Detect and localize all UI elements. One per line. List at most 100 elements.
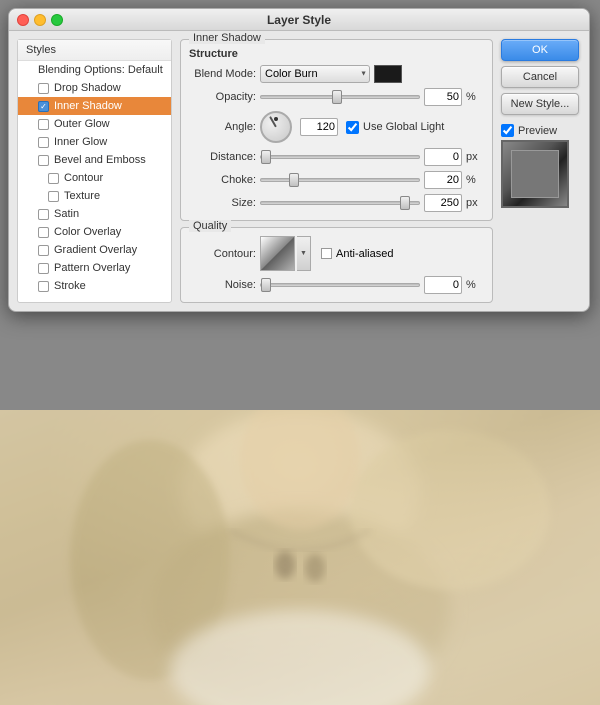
sidebar-item-blending[interactable]: Blending Options: Default <box>18 61 171 79</box>
size-unit: px <box>466 197 482 209</box>
bevel-emboss-checkbox[interactable] <box>38 155 49 166</box>
noise-slider-thumb[interactable] <box>261 278 271 292</box>
anti-aliased-checkbox[interactable] <box>321 248 332 259</box>
contour-svg <box>261 237 294 270</box>
right-panel: OK Cancel New Style... Preview <box>501 39 581 303</box>
sidebar-item-bevel-emboss[interactable]: Bevel and Emboss <box>18 151 171 169</box>
noise-slider-container[interactable] <box>260 278 420 292</box>
drop-shadow-label: Drop Shadow <box>54 82 121 94</box>
choke-input[interactable] <box>424 171 462 189</box>
sidebar-item-contour[interactable]: Contour <box>18 169 171 187</box>
inner-glow-label: Inner Glow <box>54 136 107 148</box>
choke-slider-track <box>260 178 420 182</box>
sidebar-item-outer-glow[interactable]: Outer Glow <box>18 115 171 133</box>
color-overlay-checkbox[interactable] <box>38 227 49 238</box>
inner-shadow-label: Inner Shadow <box>54 100 122 112</box>
noise-unit: % <box>466 279 482 291</box>
size-input[interactable] <box>424 194 462 212</box>
ok-button[interactable]: OK <box>501 39 579 61</box>
preview-area: Preview <box>501 124 581 208</box>
window-controls <box>17 14 63 26</box>
opacity-slider-container[interactable] <box>260 90 420 104</box>
sidebar-item-texture[interactable]: Texture <box>18 187 171 205</box>
sidebar-item-inner-glow[interactable]: Inner Glow <box>18 133 171 151</box>
angle-label: Angle: <box>191 121 256 133</box>
size-slider-thumb[interactable] <box>400 196 410 210</box>
opacity-unit: % <box>466 91 482 103</box>
inner-shadow-checkbox[interactable] <box>38 101 49 112</box>
noise-input[interactable] <box>424 276 462 294</box>
cancel-button[interactable]: Cancel <box>501 66 579 88</box>
distance-input[interactable] <box>424 148 462 166</box>
angle-dial[interactable] <box>260 111 292 143</box>
contour-preview[interactable] <box>260 236 295 271</box>
inner-shadow-section: Inner Shadow Structure Blend Mode: Color… <box>180 39 493 221</box>
main-panel: Inner Shadow Structure Blend Mode: Color… <box>180 39 493 303</box>
preview-label: Preview <box>518 125 557 137</box>
use-global-light-checkbox[interactable] <box>346 121 359 134</box>
drop-shadow-checkbox[interactable] <box>38 83 49 94</box>
satin-checkbox[interactable] <box>38 209 49 220</box>
blend-mode-color-swatch[interactable] <box>374 65 402 83</box>
sidebar-item-inner-shadow[interactable]: Inner Shadow <box>18 97 171 115</box>
structure-sublabel: Structure <box>189 48 482 60</box>
gradient-overlay-checkbox[interactable] <box>38 245 49 256</box>
size-row: Size: px <box>191 194 482 212</box>
distance-slider-container[interactable] <box>260 150 420 164</box>
sidebar-item-color-overlay[interactable]: Color Overlay <box>18 223 171 241</box>
close-button[interactable] <box>17 14 29 26</box>
quality-section-label: Quality <box>189 220 231 232</box>
title-bar: Layer Style <box>9 9 589 31</box>
dialog-content: Styles Blending Options: Default Drop Sh… <box>9 31 589 311</box>
sidebar-item-stroke[interactable]: Stroke <box>18 277 171 295</box>
noise-row: Noise: % <box>191 276 482 294</box>
dialog-title: Layer Style <box>267 13 331 27</box>
photo-background <box>0 410 600 705</box>
anti-aliased-label: Anti-aliased <box>336 248 393 260</box>
pattern-overlay-label: Pattern Overlay <box>54 262 130 274</box>
choke-row: Choke: % <box>191 171 482 189</box>
inner-glow-checkbox[interactable] <box>38 137 49 148</box>
size-slider-container[interactable] <box>260 196 420 210</box>
sidebar-item-pattern-overlay[interactable]: Pattern Overlay <box>18 259 171 277</box>
maximize-button[interactable] <box>51 14 63 26</box>
texture-checkbox[interactable] <box>48 191 59 202</box>
opacity-slider-track <box>260 95 420 99</box>
layer-style-dialog: Layer Style Styles Blending Options: Def… <box>8 8 590 312</box>
distance-label: Distance: <box>191 151 256 163</box>
contour-row-label: Contour: <box>191 248 256 260</box>
satin-label: Satin <box>54 208 79 220</box>
opacity-label: Opacity: <box>191 91 256 103</box>
texture-label: Texture <box>64 190 100 202</box>
sidebar-item-gradient-overlay[interactable]: Gradient Overlay <box>18 241 171 259</box>
contour-dropdown-button[interactable]: ▼ <box>297 236 311 271</box>
distance-slider-thumb[interactable] <box>261 150 271 164</box>
pattern-overlay-checkbox[interactable] <box>38 263 49 274</box>
opacity-row: Opacity: % <box>191 88 482 106</box>
blend-mode-select[interactable]: Color Burn Normal Multiply Screen <box>260 65 370 83</box>
sidebar-header: Styles <box>18 40 171 61</box>
outer-glow-checkbox[interactable] <box>38 119 49 130</box>
sidebar-item-drop-shadow[interactable]: Drop Shadow <box>18 79 171 97</box>
choke-slider-thumb[interactable] <box>289 173 299 187</box>
opacity-slider-thumb[interactable] <box>332 90 342 104</box>
sidebar-item-satin[interactable]: Satin <box>18 205 171 223</box>
choke-slider-container[interactable] <box>260 173 420 187</box>
blend-mode-select-wrapper[interactable]: Color Burn Normal Multiply Screen <box>260 65 370 83</box>
contour-select-wrapper: ▼ <box>260 236 311 271</box>
size-label: Size: <box>191 197 256 209</box>
opacity-input[interactable] <box>424 88 462 106</box>
contour-label: Contour <box>64 172 103 184</box>
angle-input[interactable] <box>300 118 338 136</box>
contour-checkbox[interactable] <box>48 173 59 184</box>
size-slider-track <box>260 201 420 205</box>
new-style-button[interactable]: New Style... <box>501 93 579 115</box>
angle-row: Angle: Use Global Light <box>191 111 482 143</box>
inner-shadow-section-label: Inner Shadow <box>189 32 265 44</box>
color-overlay-label: Color Overlay <box>54 226 121 238</box>
styles-sidebar: Styles Blending Options: Default Drop Sh… <box>17 39 172 303</box>
preview-checkbox[interactable] <box>501 124 514 137</box>
use-global-light-label: Use Global Light <box>363 121 444 133</box>
stroke-checkbox[interactable] <box>38 281 49 292</box>
minimize-button[interactable] <box>34 14 46 26</box>
